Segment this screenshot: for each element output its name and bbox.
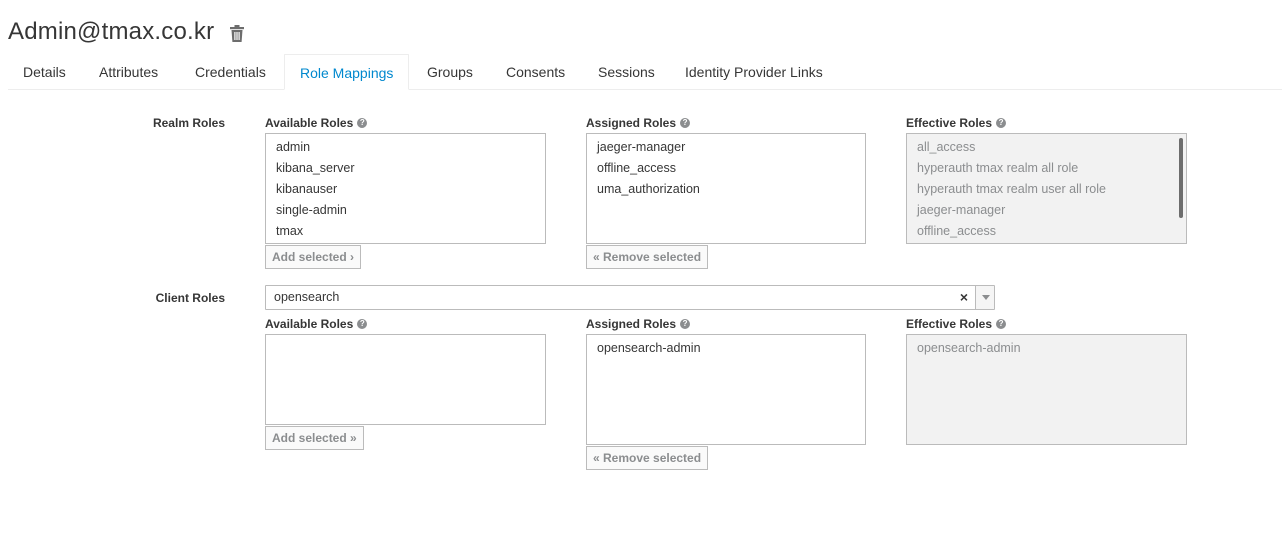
realm-effective-roles-label: Effective Roles ? [906,116,1007,130]
scrollbar-thumb[interactable] [1179,138,1183,218]
realm-effective-role-option: offline_access [917,224,996,238]
tab-bar: Details Attributes Credentials Role Mapp… [8,54,1282,90]
client-effective-roles-list[interactable]: opensearch-admin [906,334,1187,445]
realm-effective-role-option: jaeger-manager [917,203,1006,217]
client-effective-roles-text: Effective Roles [906,317,993,331]
client-roles-label: Client Roles [155,291,225,305]
realm-effective-role-option: all_access [917,140,976,154]
client-available-roles-label: Available Roles ? [265,317,368,331]
realm-available-role-option[interactable]: admin [266,137,545,158]
tab-groups[interactable]: Groups [412,54,488,90]
client-remove-selected-button[interactable]: « Remove selected [586,446,709,470]
client-assigned-roles-label: Assigned Roles ? [586,317,691,331]
realm-effective-role-option: hyperauth tmax realm user all role [917,182,1106,196]
help-icon[interactable]: ? [996,319,1007,329]
realm-available-roles-label: Available Roles ? [265,116,368,130]
trash-icon[interactable] [230,24,245,42]
help-icon[interactable]: ? [680,118,691,128]
realm-roles-label: Realm Roles [152,116,225,130]
realm-assigned-roles-text: Assigned Roles [586,116,677,130]
help-icon[interactable]: ? [357,118,368,128]
client-assigned-role-option[interactable]: opensearch-admin [587,338,865,359]
realm-remove-selected-button[interactable]: « Remove selected [586,245,709,269]
help-icon[interactable]: ? [680,319,691,329]
realm-assigned-role-option[interactable]: uma_authorization [587,179,865,200]
page-title: Admin@tmax.co.kr [8,18,215,45]
realm-available-role-option[interactable]: single-admin [266,200,545,221]
title-row: Admin@tmax.co.kr [8,16,245,48]
realm-add-selected-button[interactable]: Add selected › [265,245,362,269]
realm-assigned-roles-label: Assigned Roles ? [586,116,691,130]
client-assigned-roles-text: Assigned Roles [586,317,677,331]
realm-assigned-role-option[interactable]: offline_access [587,158,865,179]
client-available-roles-list[interactable] [265,334,546,425]
help-icon[interactable]: ? [996,118,1007,128]
tab-details[interactable]: Details [8,54,81,90]
realm-effective-roles-text: Effective Roles [906,116,993,130]
tab-credentials[interactable]: Credentials [180,54,281,90]
client-effective-role-option: opensearch-admin [917,341,1021,355]
chevron-down-icon[interactable] [975,286,994,309]
realm-available-role-option[interactable]: kibanauser [266,179,545,200]
tab-role-mappings[interactable]: Role Mappings [284,54,410,90]
client-select-value: opensearch [274,290,340,304]
client-select[interactable]: opensearch × [265,285,995,310]
realm-available-role-option[interactable]: tmax [266,221,545,242]
realm-assigned-role-option[interactable]: jaeger-manager [587,137,865,158]
tab-identity-provider-links[interactable]: Identity Provider Links [670,54,838,90]
tab-sessions[interactable]: Sessions [583,54,670,90]
realm-available-roles-list[interactable]: admin kibana_server kibanauser single-ad… [265,133,546,244]
client-assigned-roles-list[interactable]: opensearch-admin [586,334,866,445]
realm-available-role-option[interactable]: kibana_server [266,158,545,179]
realm-effective-roles-list[interactable]: all_access hyperauth tmax realm all role… [906,133,1187,244]
client-available-roles-text: Available Roles [265,317,354,331]
realm-effective-role-option: hyperauth tmax realm all role [917,161,1079,175]
client-effective-roles-label: Effective Roles ? [906,317,1007,331]
tab-consents[interactable]: Consents [491,54,580,90]
help-icon[interactable]: ? [357,319,368,329]
client-add-selected-button[interactable]: Add selected » [265,426,364,450]
tab-attributes[interactable]: Attributes [84,54,173,90]
realm-assigned-roles-list[interactable]: jaeger-manager offline_access uma_author… [586,133,866,244]
clear-icon[interactable]: × [960,286,968,309]
realm-available-roles-text: Available Roles [265,116,354,130]
